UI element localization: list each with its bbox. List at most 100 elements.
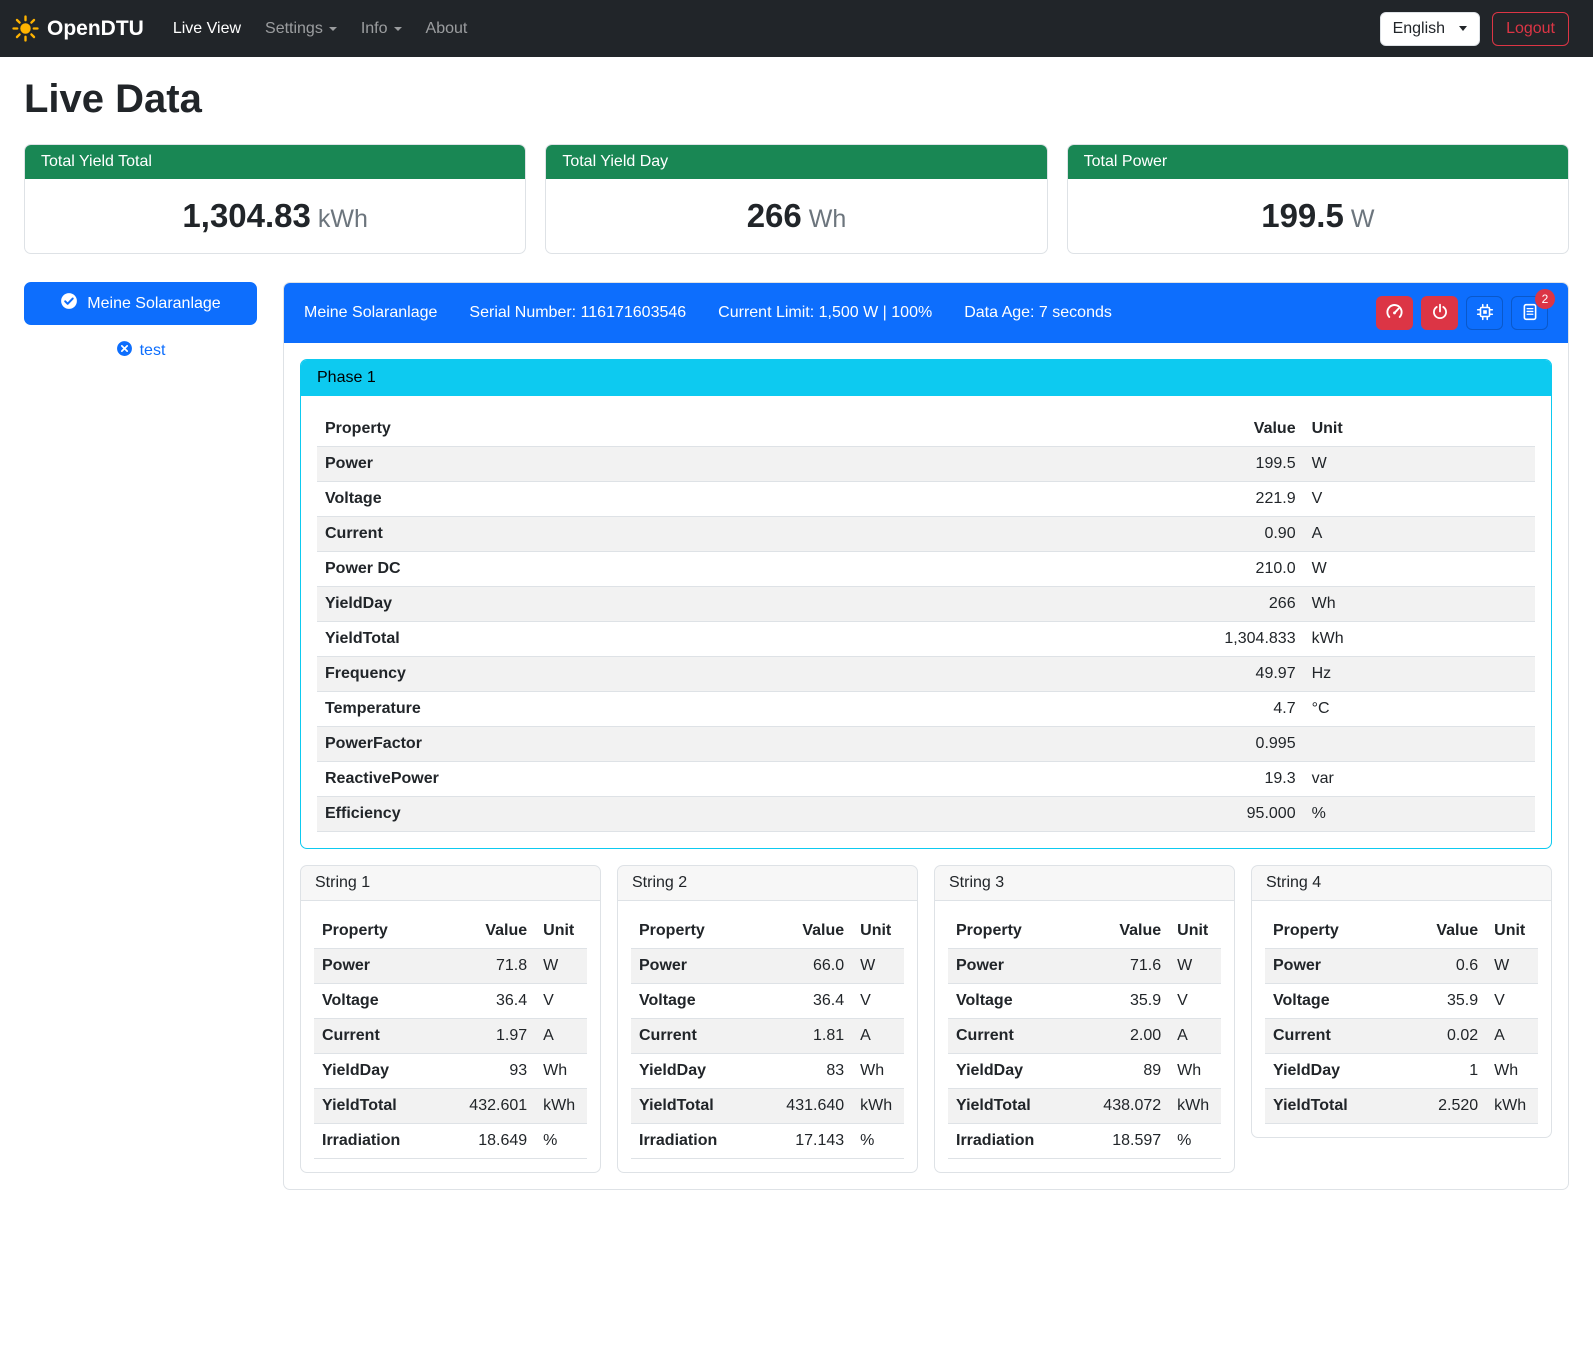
unit-cell: W — [1169, 949, 1221, 984]
unit-cell: V — [852, 984, 904, 1019]
string2-header-row: PropertyValueUnit — [631, 914, 904, 949]
phase-row-yieldday: YieldDay266Wh — [317, 587, 1535, 622]
value-cell: 1 — [1400, 1054, 1486, 1089]
value-cell: 83 — [755, 1054, 852, 1089]
string-table: PropertyValueUnitPower71.8WVoltage36.4VC… — [314, 914, 587, 1159]
summary-card-title: Total Yield Total — [25, 145, 525, 179]
value-cell: 19.3 — [907, 762, 1303, 797]
value-cell: 1.97 — [438, 1019, 535, 1054]
unit-cell: Hz — [1304, 657, 1535, 692]
value-cell: 18.649 — [438, 1124, 535, 1159]
phase-col-value: Value — [907, 412, 1303, 447]
unit-cell: kWh — [1304, 622, 1535, 657]
unit-cell: % — [1169, 1124, 1221, 1159]
phase-row-power: Power199.5W — [317, 447, 1535, 482]
phase-row-powerfactor: PowerFactor0.995 — [317, 727, 1535, 762]
check-circle-icon — [60, 292, 78, 315]
property-cell: Power — [1265, 949, 1400, 984]
summary-card-title: Total Yield Day — [546, 145, 1046, 179]
device-info-button[interactable] — [1466, 296, 1503, 330]
inverter-actions: 2 — [1376, 296, 1548, 330]
string-card-body: PropertyValueUnitPower71.8WVoltage36.4VC… — [301, 901, 600, 1172]
event-log-button[interactable]: 2 — [1511, 296, 1548, 330]
summary-value: 199.5 — [1261, 197, 1344, 234]
value-cell: 49.97 — [907, 657, 1303, 692]
nav-item-about[interactable]: About — [415, 12, 479, 46]
string-table: PropertyValueUnitPower0.6WVoltage35.9VCu… — [1265, 914, 1538, 1124]
string1-header-row: PropertyValueUnit — [314, 914, 587, 949]
summary-card-body: 1,304.83kWh — [25, 179, 525, 253]
nav-item-settings[interactable]: Settings — [254, 12, 348, 46]
value-cell: 35.9 — [1400, 984, 1486, 1019]
unit-cell: kWh — [1486, 1089, 1538, 1124]
brand[interactable]: OpenDTU — [12, 15, 144, 42]
string1-row-power: Power71.8W — [314, 949, 587, 984]
sidebar-item-test[interactable]: test — [116, 340, 166, 362]
nav-item-info[interactable]: Info — [350, 12, 413, 46]
unit-cell: W — [1486, 949, 1538, 984]
power-toggle-button[interactable] — [1421, 296, 1458, 330]
brand-label: OpenDTU — [47, 17, 144, 41]
string-card-body: PropertyValueUnitPower66.0WVoltage36.4VC… — [618, 901, 917, 1172]
string-table: PropertyValueUnitPower66.0WVoltage36.4VC… — [631, 914, 904, 1159]
inverter-serial: Serial Number: 116171603546 — [469, 304, 686, 322]
value-cell: 1,304.833 — [907, 622, 1303, 657]
unit-cell: Wh — [535, 1054, 587, 1089]
x-circle-icon — [116, 340, 133, 362]
property-cell: YieldDay — [317, 587, 907, 622]
phase-row-frequency: Frequency49.97Hz — [317, 657, 1535, 692]
cpu-icon — [1476, 303, 1494, 324]
sidebar-item-meine-solaranlage[interactable]: Meine Solaranlage — [24, 282, 257, 325]
unit-cell: V — [1304, 482, 1535, 517]
string4-col-unit: Unit — [1486, 914, 1538, 949]
summary-card: Total Power199.5W — [1067, 144, 1569, 254]
property-cell: YieldDay — [631, 1054, 755, 1089]
property-cell: Current — [1265, 1019, 1400, 1054]
phase-row-reactivepower: ReactivePower19.3var — [317, 762, 1535, 797]
chevron-down-icon — [1459, 26, 1467, 31]
unit-cell: % — [535, 1124, 587, 1159]
string-card-title: String 1 — [301, 866, 600, 901]
property-cell: Efficiency — [317, 797, 907, 832]
string2-col-unit: Unit — [852, 914, 904, 949]
language-select[interactable]: English — [1380, 12, 1480, 46]
summary-unit: W — [1351, 205, 1375, 233]
string3-header-row: PropertyValueUnit — [948, 914, 1221, 949]
nav-item-live-view[interactable]: Live View — [162, 12, 252, 46]
property-cell: Power — [631, 949, 755, 984]
string4-row-yieldtotal: YieldTotal2.520kWh — [1265, 1089, 1538, 1124]
property-cell: Voltage — [1265, 984, 1400, 1019]
inverter-name: Meine Solaranlage — [304, 304, 437, 322]
string3-col-value: Value — [1072, 914, 1169, 949]
unit-cell: W — [1304, 447, 1535, 482]
string-card-body: PropertyValueUnitPower0.6WVoltage35.9VCu… — [1252, 901, 1551, 1137]
value-cell: 431.640 — [755, 1089, 852, 1124]
string4-row-current: Current0.02A — [1265, 1019, 1538, 1054]
power-icon — [1431, 303, 1449, 324]
property-cell: Temperature — [317, 692, 907, 727]
property-cell: ReactivePower — [317, 762, 907, 797]
string3-row-irradiation: Irradiation18.597% — [948, 1124, 1221, 1159]
unit-cell: A — [1304, 517, 1535, 552]
string-card-title: String 3 — [935, 866, 1234, 901]
string1-col-property: Property — [314, 914, 438, 949]
limit-settings-button[interactable] — [1376, 296, 1413, 330]
property-cell: YieldDay — [1265, 1054, 1400, 1089]
value-cell: 35.9 — [1072, 984, 1169, 1019]
property-cell: Irradiation — [314, 1124, 438, 1159]
property-cell: YieldTotal — [631, 1089, 755, 1124]
string-card-2: String 2PropertyValueUnitPower66.0WVolta… — [617, 865, 918, 1173]
unit-cell — [1304, 727, 1535, 762]
top-navbar: OpenDTU Live View Settings InfoAbout Engli… — [0, 0, 1593, 57]
unit-cell: % — [1304, 797, 1535, 832]
string-card-title: String 2 — [618, 866, 917, 901]
logout-button[interactable]: Logout — [1492, 12, 1569, 46]
property-cell: Power — [314, 949, 438, 984]
unit-cell: W — [1304, 552, 1535, 587]
inverter-data-age: Data Age: 7 seconds — [964, 304, 1112, 322]
phase-row-current: Current0.90A — [317, 517, 1535, 552]
string-card-3: String 3PropertyValueUnitPower71.6WVolta… — [934, 865, 1235, 1173]
property-cell: Voltage — [631, 984, 755, 1019]
string4-row-voltage: Voltage35.9V — [1265, 984, 1538, 1019]
nav-item-label: Settings — [265, 20, 323, 37]
